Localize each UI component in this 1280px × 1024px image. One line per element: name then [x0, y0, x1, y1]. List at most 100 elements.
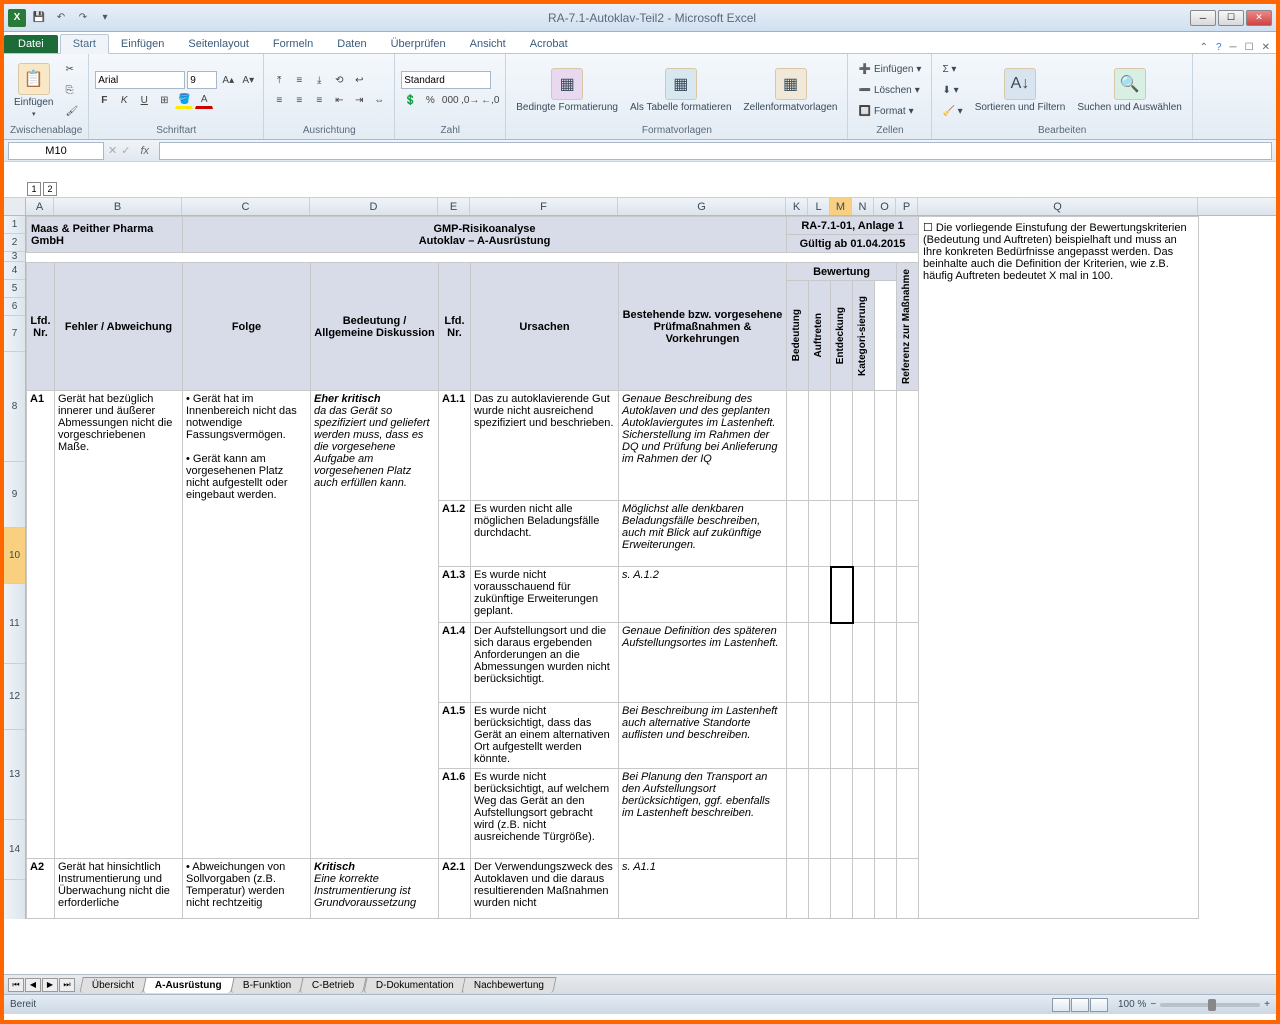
indent-dec-icon[interactable]: ⇤	[330, 91, 348, 109]
fill-color-icon[interactable]: 🪣	[175, 91, 193, 109]
format-painter-icon[interactable]: 🖌	[61, 101, 82, 121]
bold-icon[interactable]: F	[95, 91, 113, 109]
find-select-button[interactable]: 🔍Suchen und Auswählen	[1073, 66, 1186, 115]
enter-formula-icon[interactable]: ✓	[121, 144, 130, 157]
view-layout-icon[interactable]	[1071, 998, 1089, 1012]
paste-button[interactable]: 📋Einfügen▾	[10, 61, 57, 120]
col-header-Q[interactable]: Q	[918, 198, 1198, 215]
row-header-14[interactable]: 14	[4, 820, 25, 880]
tab-ueberpruefen[interactable]: Überprüfen	[379, 35, 458, 53]
underline-icon[interactable]: U	[135, 91, 153, 109]
dec-decimal-icon[interactable]: ←,0	[481, 91, 499, 109]
format-table-button[interactable]: ▦Als Tabelle formatieren	[626, 66, 736, 115]
row-header-8[interactable]: 8	[4, 352, 25, 462]
merge-icon[interactable]: ⇔	[370, 91, 388, 109]
row-header-5[interactable]: 5	[4, 280, 25, 298]
fx-icon[interactable]: fx	[140, 145, 149, 157]
row-header-4[interactable]: 4	[4, 262, 25, 280]
tab-ansicht[interactable]: Ansicht	[458, 35, 518, 53]
row-header-11[interactable]: 11	[4, 584, 25, 664]
minimize-button[interactable]: ─	[1190, 10, 1216, 26]
italic-icon[interactable]: K	[115, 91, 133, 109]
excel-icon[interactable]: X	[8, 9, 26, 27]
col-header-E[interactable]: E	[438, 198, 470, 215]
sort-filter-button[interactable]: A↓Sortieren und Filtern	[971, 66, 1070, 115]
clear-icon[interactable]: 🧹 ▾	[938, 101, 966, 121]
col-header-K[interactable]: K	[786, 198, 808, 215]
shrink-font-icon[interactable]: A▾	[239, 71, 257, 89]
copy-icon[interactable]: ⎘	[61, 80, 82, 100]
tab-nav-first[interactable]: ⏮	[8, 978, 24, 992]
cancel-formula-icon[interactable]: ✕	[108, 144, 117, 157]
row-header-13[interactable]: 13	[4, 730, 25, 820]
col-header-B[interactable]: B	[54, 198, 182, 215]
view-pagebreak-icon[interactable]	[1090, 998, 1108, 1012]
insert-cells-button[interactable]: ➕ Einfügen ▾	[854, 59, 925, 79]
align-top-icon[interactable]: ⤒	[270, 71, 288, 89]
zoom-level[interactable]: 100 %	[1118, 999, 1146, 1010]
col-header-A[interactable]: A	[26, 198, 54, 215]
col-header-P[interactable]: P	[896, 198, 918, 215]
file-tab[interactable]: Datei	[4, 35, 58, 53]
save-icon[interactable]: 💾	[30, 9, 48, 27]
comma-icon[interactable]: 000	[441, 91, 459, 109]
ribbon-minimize-icon[interactable]: ⌃	[1200, 42, 1208, 53]
col-header-M[interactable]: M	[830, 198, 852, 215]
sheet-tab-c-betrieb[interactable]: C-Betrieb	[300, 977, 368, 993]
close-button[interactable]: ✕	[1246, 10, 1272, 26]
conditional-format-button[interactable]: ▦Bedingte Formatierung	[512, 66, 622, 115]
doc-min-icon[interactable]: ─	[1230, 42, 1237, 53]
font-color-icon[interactable]: A	[195, 91, 213, 109]
tab-seitenlayout[interactable]: Seitenlayout	[176, 35, 261, 53]
row-header-6[interactable]: 6	[4, 298, 25, 316]
view-normal-icon[interactable]	[1052, 998, 1070, 1012]
align-right-icon[interactable]: ≡	[310, 91, 328, 109]
zoom-in-icon[interactable]: +	[1264, 999, 1270, 1010]
qat-menu-icon[interactable]: ▾	[96, 9, 114, 27]
align-center-icon[interactable]: ≡	[290, 91, 308, 109]
tab-start[interactable]: Start	[60, 34, 109, 54]
row-header-1[interactable]: 1	[4, 216, 25, 234]
row-header-7[interactable]: 7	[4, 316, 25, 352]
row-header-2[interactable]: 2	[4, 234, 25, 252]
tab-formeln[interactable]: Formeln	[261, 35, 325, 53]
wrap-text-icon[interactable]: ↩	[350, 71, 368, 89]
inc-decimal-icon[interactable]: ,0→	[461, 91, 479, 109]
tab-acrobat[interactable]: Acrobat	[518, 35, 580, 53]
undo-icon[interactable]: ↶	[52, 9, 70, 27]
sheet-tab-a-ausrüstung[interactable]: A-Ausrüstung	[143, 977, 235, 993]
col-header-D[interactable]: D	[310, 198, 438, 215]
row-header-9[interactable]: 9	[4, 462, 25, 528]
spreadsheet-grid[interactable]: 1 2 ABCDEFGKLMNOPQ 1234567891011121314 M…	[4, 162, 1276, 974]
select-all-corner[interactable]	[4, 198, 26, 215]
indent-inc-icon[interactable]: ⇥	[350, 91, 368, 109]
align-middle-icon[interactable]: ≡	[290, 71, 308, 89]
cell-styles-button[interactable]: ▦Zellenformatvorlagen	[740, 66, 842, 115]
align-bottom-icon[interactable]: ⤓	[310, 71, 328, 89]
tab-daten[interactable]: Daten	[325, 35, 378, 53]
row-header-3[interactable]: 3	[4, 252, 25, 262]
help-icon[interactable]: ?	[1216, 42, 1222, 53]
sheet-tab-übersicht[interactable]: Übersicht	[79, 977, 147, 993]
maximize-button[interactable]: ☐	[1218, 10, 1244, 26]
col-header-C[interactable]: C	[182, 198, 310, 215]
doc-restore-icon[interactable]: ☐	[1245, 42, 1254, 53]
redo-icon[interactable]: ↷	[74, 9, 92, 27]
cut-icon[interactable]: ✂	[61, 59, 82, 79]
row-header-12[interactable]: 12	[4, 664, 25, 730]
tab-einfuegen[interactable]: Einfügen	[109, 35, 176, 53]
zoom-slider[interactable]	[1160, 1003, 1260, 1007]
col-header-G[interactable]: G	[618, 198, 786, 215]
fill-icon[interactable]: ⬇ ▾	[938, 80, 966, 100]
outline-level-1[interactable]: 1	[27, 182, 41, 196]
font-name-input[interactable]	[95, 71, 185, 89]
number-format-select[interactable]	[401, 71, 491, 89]
tab-nav-prev[interactable]: ◀	[25, 978, 41, 992]
currency-icon[interactable]: 💲	[401, 91, 419, 109]
format-cells-button[interactable]: 🔲 Format ▾	[854, 101, 925, 121]
percent-icon[interactable]: %	[421, 91, 439, 109]
sheet-tab-b-funktion[interactable]: B-Funktion	[230, 977, 304, 993]
border-icon[interactable]: ⊞	[155, 91, 173, 109]
col-header-N[interactable]: N	[852, 198, 874, 215]
outline-level-2[interactable]: 2	[43, 182, 57, 196]
